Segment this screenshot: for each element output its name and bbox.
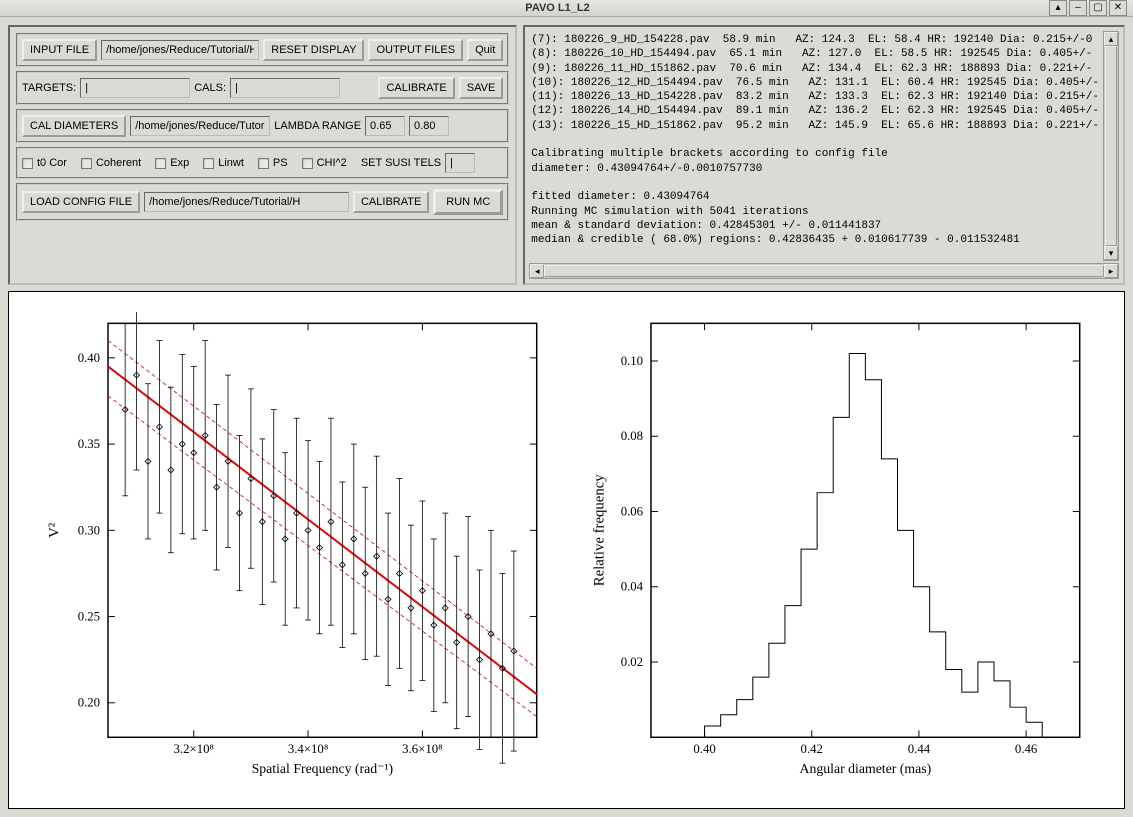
lambda-max-field[interactable] [409, 116, 449, 136]
checkbox-chi-2[interactable]: CHI^2 [302, 157, 347, 169]
input-path-field[interactable] [101, 40, 259, 60]
save-button[interactable]: SAVE [459, 77, 504, 99]
cal-diameters-button[interactable]: CAL DIAMETERS [22, 115, 126, 137]
checkbox-linwt[interactable]: Linwt [203, 157, 244, 169]
svg-text:0.20: 0.20 [78, 696, 100, 710]
cal-dia-path-field[interactable] [130, 116, 270, 136]
scroll-down-icon[interactable]: ▾ [1104, 246, 1118, 260]
svg-text:0.06: 0.06 [620, 504, 643, 518]
svg-text:Angular diameter (mas): Angular diameter (mas) [799, 761, 931, 777]
controls-panel: INPUT FILE RESET DISPLAY OUTPUT FILES Qu… [8, 25, 517, 285]
checkbox-box-icon[interactable] [258, 158, 269, 169]
minimize-icon[interactable]: – [1069, 0, 1087, 16]
checkbox-label: Coherent [96, 157, 141, 169]
checkbox-box-icon[interactable] [155, 158, 166, 169]
scroll-left-icon[interactable]: ◂ [530, 264, 544, 278]
checkbox-box-icon[interactable] [22, 158, 33, 169]
svg-text:3.6×10⁸: 3.6×10⁸ [402, 742, 442, 756]
plot-histogram: 0.02 0.04 0.06 0.08 0.10 0.40 0.42 0.44 0.46 Angu… [582, 312, 1095, 788]
susi-tels-field[interactable] [445, 153, 475, 173]
checkbox-box-icon[interactable] [203, 158, 214, 169]
lambda-min-field[interactable] [365, 116, 405, 136]
svg-text:3.2×10⁸: 3.2×10⁸ [173, 742, 213, 756]
main-window: PAVO L1_L2 ▴ – ▢ ✕ INPUT FILE RESET DISP… [0, 0, 1133, 809]
config-path-field[interactable] [144, 192, 349, 212]
svg-text:0.08: 0.08 [620, 429, 642, 443]
checkbox-t0-cor[interactable]: t0 Cor [22, 157, 67, 169]
log-panel: (7): 180226_9_HD_154228.pav 58.9 min AZ:… [523, 25, 1125, 285]
svg-text:0.40: 0.40 [693, 742, 715, 756]
svg-text:0.10: 0.10 [620, 354, 642, 368]
svg-text:0.25: 0.25 [78, 610, 100, 624]
checkbox-label: CHI^2 [317, 157, 347, 169]
svg-text:0.42: 0.42 [800, 742, 822, 756]
reset-display-button[interactable]: RESET DISPLAY [263, 39, 364, 61]
log-scrollbar-horizontal[interactable]: ◂ ▸ [529, 263, 1119, 279]
checkbox-coherent[interactable]: Coherent [81, 157, 141, 169]
svg-text:V²: V² [47, 522, 63, 538]
targets-field[interactable] [80, 78, 190, 98]
scroll-thumb-h[interactable] [544, 265, 1104, 277]
set-susi-tels-label: SET SUSI TELS [361, 157, 441, 169]
load-config-button[interactable]: LOAD CONFIG FILE [22, 191, 140, 213]
run-mc-button[interactable]: RUN MC [433, 189, 503, 215]
svg-text:0.02: 0.02 [620, 655, 642, 669]
maximize-icon[interactable]: ▢ [1089, 0, 1107, 16]
close-icon[interactable]: ✕ [1109, 0, 1127, 16]
checkbox-label: PS [273, 157, 288, 169]
svg-text:0.30: 0.30 [78, 523, 100, 537]
svg-text:3.4×10⁸: 3.4×10⁸ [288, 742, 328, 756]
log-scrollbar-vertical[interactable]: ▴ ▾ [1103, 31, 1119, 261]
input-file-button[interactable]: INPUT FILE [22, 39, 97, 61]
svg-text:0.04: 0.04 [620, 580, 643, 594]
targets-label: TARGETS: [22, 82, 76, 94]
lambda-range-label: LAMBDA RANGE [274, 120, 361, 132]
titlebar: PAVO L1_L2 ▴ – ▢ ✕ [0, 0, 1133, 17]
collapse-icon[interactable]: ▴ [1049, 0, 1067, 16]
scroll-up-icon[interactable]: ▴ [1104, 32, 1118, 46]
svg-text:0.44: 0.44 [907, 742, 930, 756]
checkbox-label: Exp [170, 157, 189, 169]
cals-label: CALS: [194, 82, 226, 94]
window-title: PAVO L1_L2 [66, 2, 1049, 14]
svg-text:Relative frequency: Relative frequency [591, 474, 607, 587]
plot-area: 0.20 0.25 0.30 0.35 0.40 3.2×10⁸ 3.4×10⁸ 3.6×10… [8, 291, 1125, 809]
quit-button[interactable]: Quit [467, 39, 503, 61]
svg-text:0.35: 0.35 [78, 437, 100, 451]
svg-text:Spatial Frequency (rad⁻¹): Spatial Frequency (rad⁻¹) [252, 761, 394, 777]
svg-text:0.46: 0.46 [1014, 742, 1037, 756]
checkbox-label: t0 Cor [37, 157, 67, 169]
cals-field[interactable] [230, 78, 340, 98]
scroll-thumb[interactable] [1105, 46, 1117, 246]
checkbox-exp[interactable]: Exp [155, 157, 189, 169]
plot-v2-vs-freq: 0.20 0.25 0.30 0.35 0.40 3.2×10⁸ 3.4×10⁸ 3.6×10… [39, 312, 552, 788]
checkbox-box-icon[interactable] [302, 158, 313, 169]
calibrate-button-1[interactable]: CALIBRATE [378, 77, 454, 99]
svg-text:0.40: 0.40 [78, 351, 100, 365]
checkbox-ps[interactable]: PS [258, 157, 288, 169]
calibrate-button-2[interactable]: CALIBRATE [353, 191, 429, 213]
output-files-button[interactable]: OUTPUT FILES [368, 39, 463, 61]
scroll-right-icon[interactable]: ▸ [1104, 264, 1118, 278]
checkbox-label: Linwt [218, 157, 244, 169]
log-output: (7): 180226_9_HD_154228.pav 58.9 min AZ:… [529, 31, 1101, 261]
checkbox-box-icon[interactable] [81, 158, 92, 169]
